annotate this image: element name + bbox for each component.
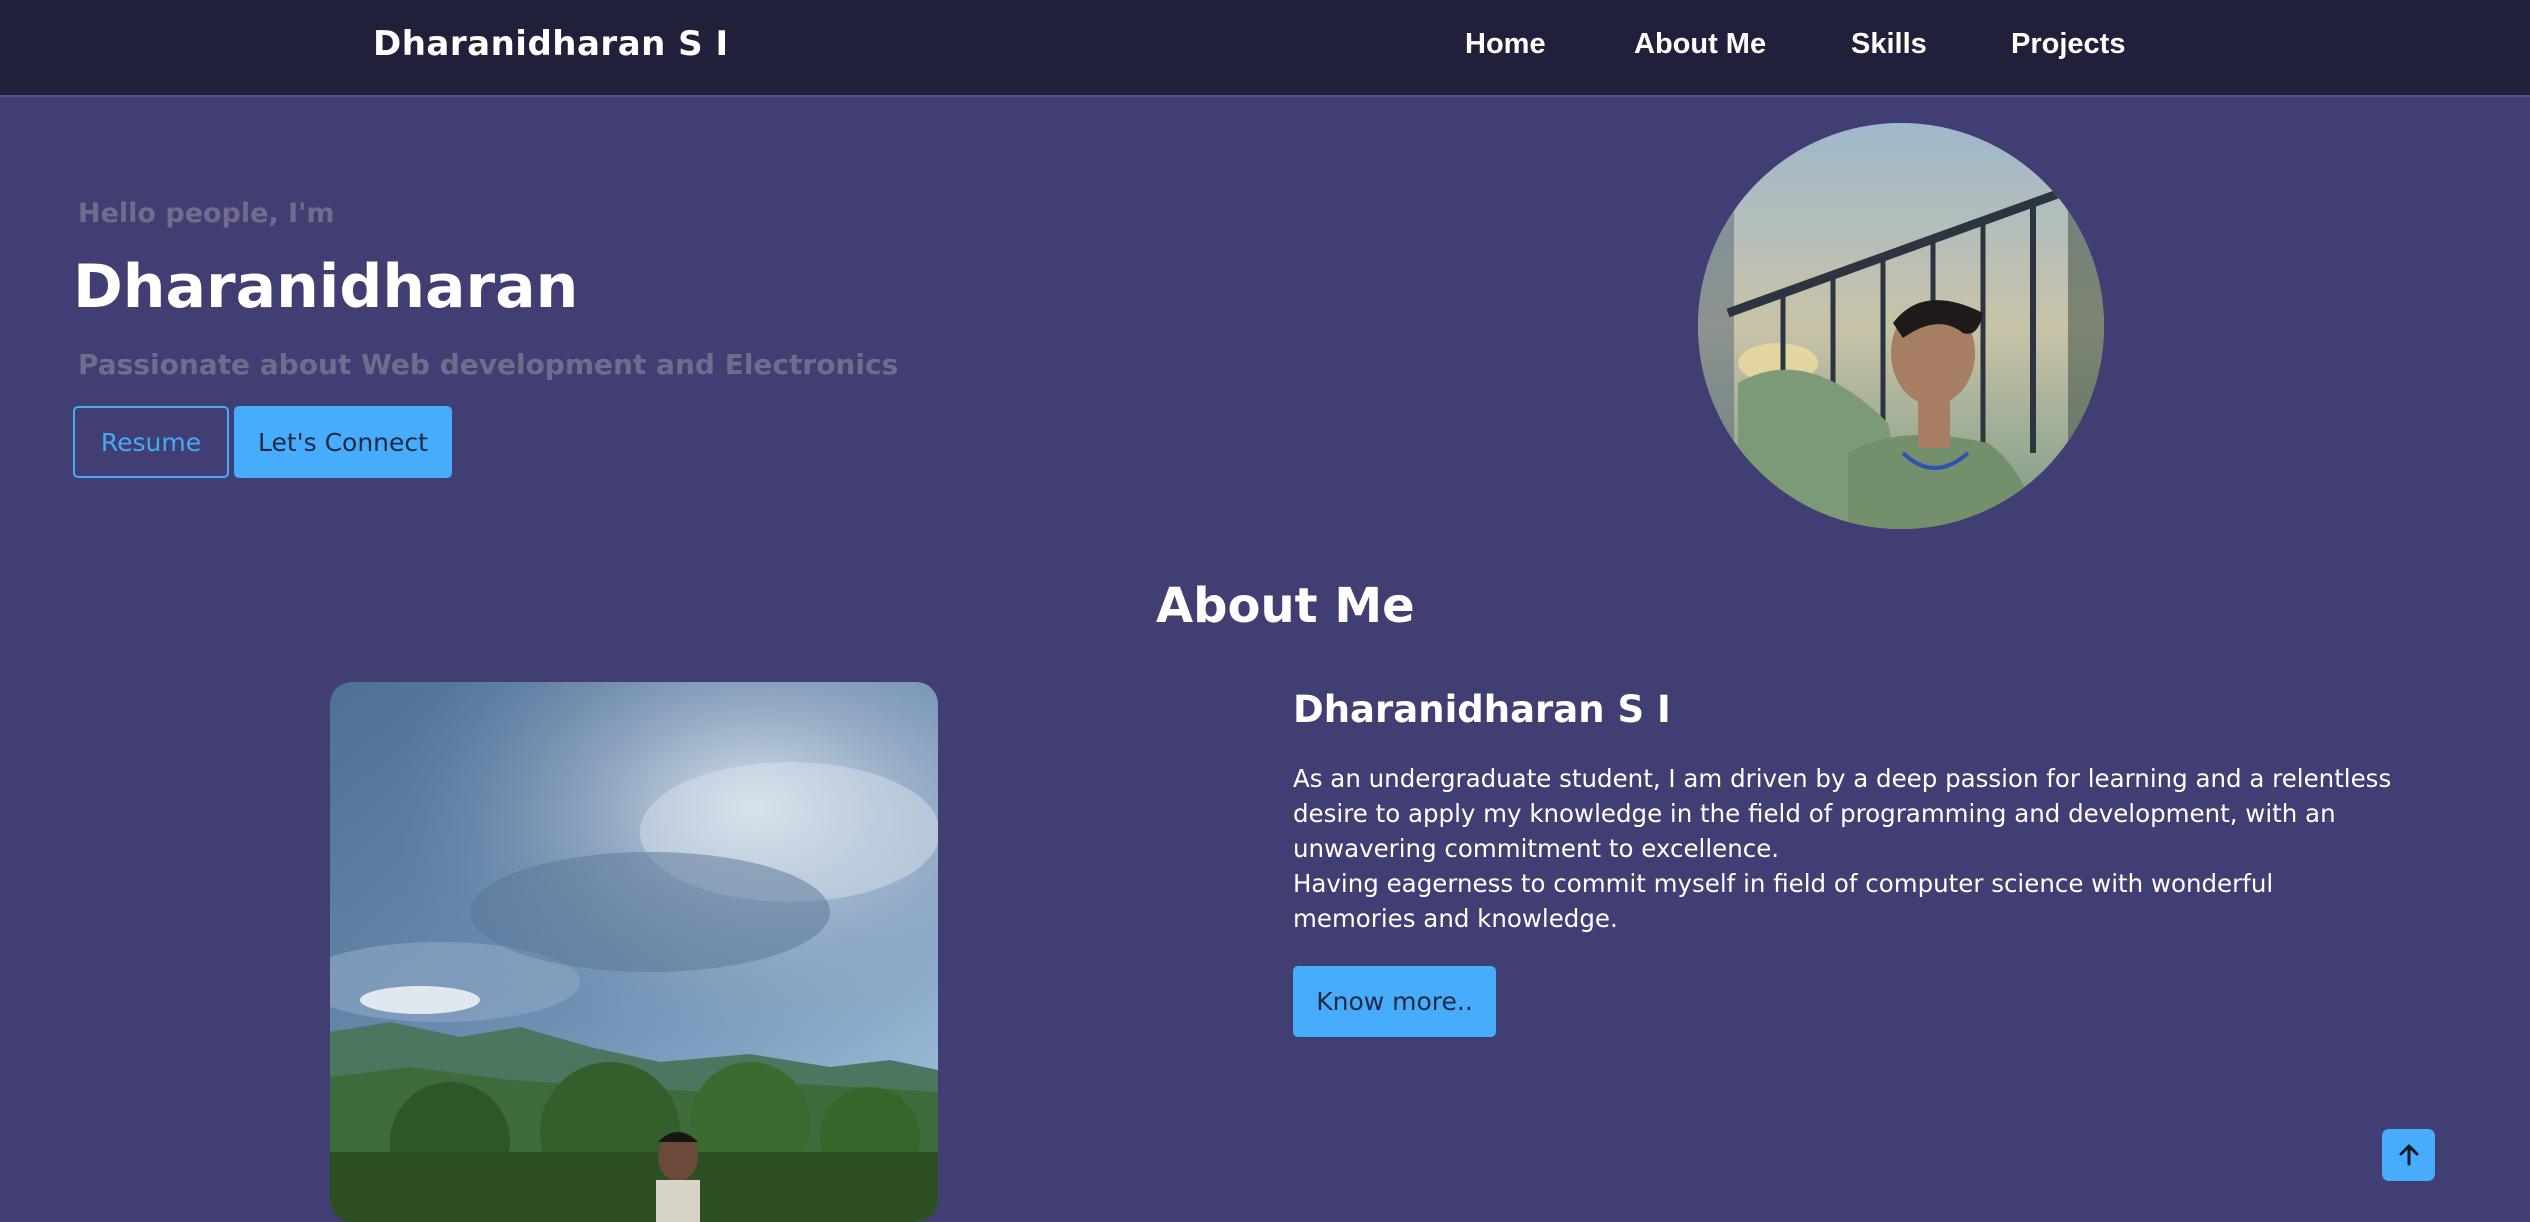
resume-button[interactable]: Resume [73, 406, 229, 478]
about-title: About Me [1156, 578, 1415, 634]
navbar: Dharanidharan S I Home About Me Skills P… [0, 0, 2530, 97]
profile-avatar [1698, 123, 2104, 529]
scroll-to-top-button[interactable] [2382, 1129, 2435, 1181]
lets-connect-button[interactable]: Let's Connect [234, 406, 452, 478]
know-more-button[interactable]: Know more.. [1293, 966, 1496, 1037]
about-paragraph-1: As an undergraduate student, I am driven… [1293, 764, 2392, 863]
brand-logo[interactable]: Dharanidharan S I [373, 24, 729, 64]
about-photo [330, 682, 938, 1222]
hero-name: Dharanidharan [73, 252, 579, 322]
hero-greeting: Hello people, I'm [78, 198, 335, 229]
nav-link-projects[interactable]: Projects [2011, 28, 2125, 61]
about-description: As an undergraduate student, I am driven… [1293, 761, 2393, 936]
about-paragraph-2: Having eagerness to commit myself in fie… [1293, 869, 2274, 933]
hero-tagline: Passionate about Web development and Ele… [78, 348, 899, 381]
nav-link-about-me[interactable]: About Me [1634, 28, 1766, 61]
about-photo-illustration [330, 682, 938, 1222]
arrow-up-icon [2399, 1144, 2418, 1166]
nav-link-skills[interactable]: Skills [1851, 28, 1927, 61]
profile-photo-illustration [1698, 123, 2104, 529]
about-name: Dharanidharan S I [1293, 688, 1671, 731]
nav-link-home[interactable]: Home [1465, 28, 1546, 61]
